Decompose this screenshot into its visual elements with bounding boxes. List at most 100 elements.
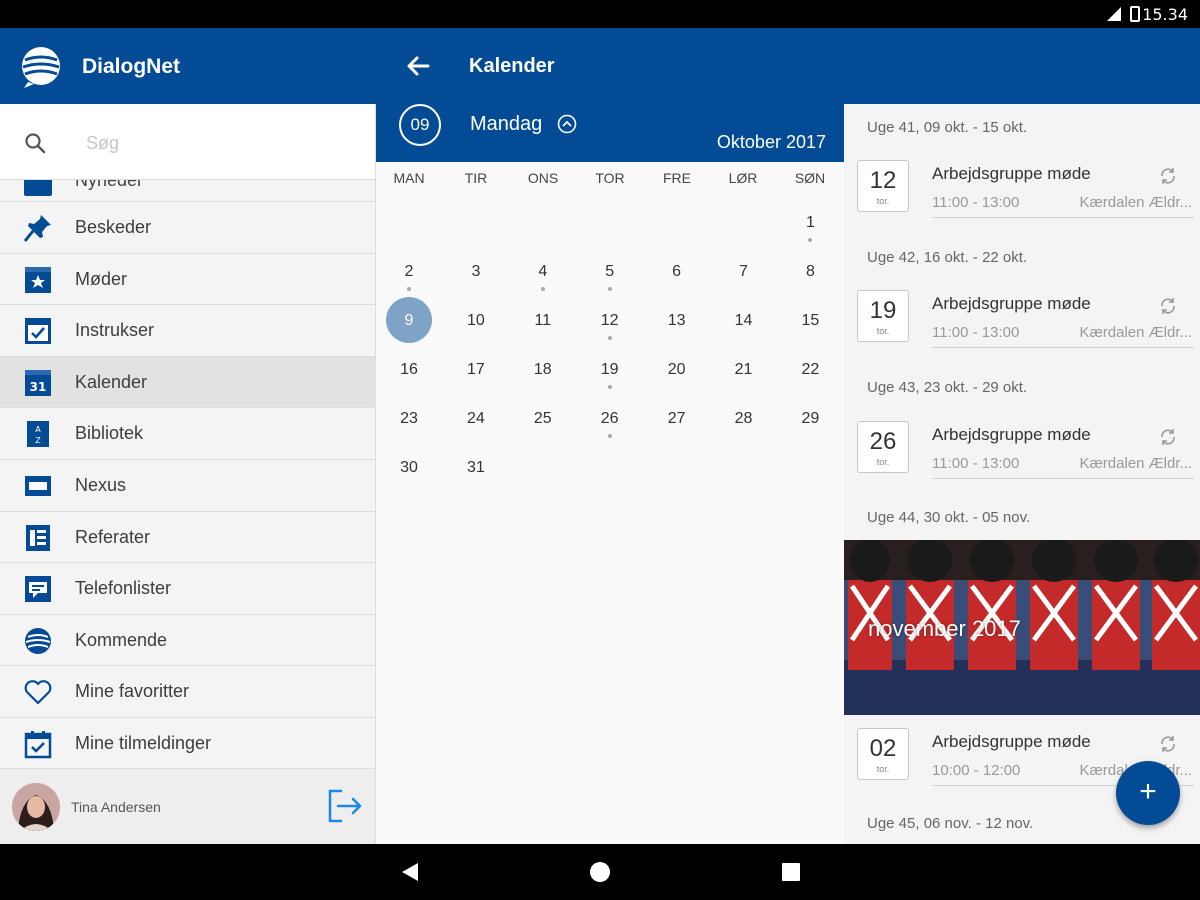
- weekday-header: MAN TIR ONS TOR FRE LØR SØN: [376, 162, 844, 194]
- sidebar-item-label: Møder: [75, 268, 128, 289]
- sidebar-item-moder[interactable]: Møder: [0, 253, 375, 306]
- sidebar-item-mine-favoritter[interactable]: Mine favoritter: [0, 666, 375, 718]
- calendar-day-30[interactable]: 30: [376, 445, 442, 494]
- calendar-day-24[interactable]: 24: [443, 396, 509, 445]
- divider: [932, 478, 1194, 479]
- calendar-day-27[interactable]: 27: [644, 396, 710, 445]
- calendar-day-number: 3: [471, 263, 481, 280]
- calendar-day-number: 6: [672, 263, 682, 280]
- search-icon[interactable]: [24, 132, 46, 154]
- add-event-button[interactable]: +: [1116, 761, 1180, 825]
- calendar-day-number: 9: [404, 312, 414, 329]
- calendar-day-number: 26: [600, 410, 619, 427]
- user-profile-row: Tina Andersen: [0, 768, 375, 844]
- event-day: 19: [869, 297, 897, 324]
- calendar-day-number: 23: [400, 410, 418, 427]
- week-header: Uge 45, 06 nov. - 12 nov.: [867, 815, 1034, 832]
- calendar-day-4[interactable]: 4: [510, 249, 576, 298]
- month-banner: november 2017: [844, 540, 1200, 715]
- calendar-day-number: 28: [734, 410, 753, 427]
- calendar-day-17[interactable]: 17: [443, 347, 509, 396]
- svg-text:A: A: [35, 425, 41, 434]
- sidebar-item-partial[interactable]: Nyheder: [0, 180, 375, 202]
- event-title: Arbejdsgruppe møde: [932, 294, 1091, 313]
- selected-day-name[interactable]: Mandag: [470, 113, 542, 136]
- sidebar-item-nexus[interactable]: Nexus: [0, 459, 375, 512]
- sidebar-item-telefonlister[interactable]: Telefonlister: [0, 563, 375, 615]
- meeting-icon: [25, 266, 51, 293]
- calendar-day-18[interactable]: 18: [510, 347, 576, 396]
- plus-icon: +: [1139, 775, 1157, 808]
- search-input[interactable]: [86, 128, 346, 158]
- weekday-label: FRE: [663, 170, 691, 186]
- calendar-day-number: 31: [466, 459, 485, 476]
- calendar-day-number: 29: [801, 410, 820, 427]
- calendar-day-16[interactable]: 16: [376, 347, 442, 396]
- event-item[interactable]: 12 tor. Arbejdsgruppe møde 11:00 - 13:00…: [844, 160, 1200, 222]
- pin-icon: [23, 215, 51, 242]
- calendar-day-29[interactable]: 29: [777, 396, 843, 445]
- calendar-day-number: 25: [533, 410, 552, 427]
- chevron-up-icon[interactable]: [557, 114, 577, 134]
- calendar-day-number: 22: [801, 361, 820, 378]
- calendar-day-2[interactable]: 2: [376, 249, 442, 298]
- calendar-day-19[interactable]: 19: [577, 347, 643, 396]
- sidebar-item-bibliotek[interactable]: A Z Bibliotek: [0, 408, 375, 460]
- calendar-day-number: 27: [667, 410, 686, 427]
- calendar-day-31[interactable]: 31: [443, 445, 509, 494]
- back-arrow-icon[interactable]: [402, 52, 434, 80]
- sync-icon: [1161, 736, 1175, 752]
- calendar-day-8[interactable]: 8: [777, 249, 843, 298]
- calendar-day-9[interactable]: 9: [376, 297, 442, 347]
- calendar-day-number: 13: [667, 312, 686, 329]
- calendar-day-5[interactable]: 5: [577, 249, 643, 298]
- calendar-day-number: 30: [400, 459, 418, 476]
- nav-back-icon[interactable]: [398, 860, 422, 884]
- calendar-day-11[interactable]: 11: [510, 298, 576, 347]
- nav-recents-icon[interactable]: [779, 860, 803, 884]
- sidebar-item-label: Kalender: [75, 371, 148, 392]
- calendar-day-28[interactable]: 28: [711, 396, 777, 445]
- calendar-day-23[interactable]: 23: [376, 396, 442, 445]
- event-date-box: 19 tor.: [857, 290, 909, 342]
- nav-home-icon[interactable]: [588, 860, 612, 884]
- sync-icon: [1161, 429, 1175, 445]
- calendar-day-number: 18: [533, 361, 552, 378]
- calendar-day-10[interactable]: 10: [443, 298, 509, 347]
- calendar-day-13[interactable]: 13: [644, 298, 710, 347]
- sync-icon: [1161, 298, 1175, 314]
- calendar-day-1[interactable]: 1: [777, 200, 843, 249]
- event-indicator-dot: [808, 238, 813, 242]
- event-indicator-dot: [407, 287, 411, 291]
- calendar-day-26[interactable]: 26: [577, 396, 643, 445]
- calendar-day-14[interactable]: 14: [711, 298, 777, 347]
- event-weekday: tor.: [876, 457, 890, 467]
- nexus-icon: [25, 475, 51, 496]
- calendar-day-21[interactable]: 21: [711, 347, 777, 396]
- sidebar-item-beskeder[interactable]: Beskeder: [0, 202, 375, 254]
- sidebar-item-kalender[interactable]: 31 Kalender: [0, 356, 375, 409]
- sidebar-item-kommende[interactable]: Kommende: [0, 614, 375, 667]
- calendar-day-12[interactable]: 12: [577, 298, 643, 347]
- event-item[interactable]: 19 tor. Arbejdsgruppe møde 11:00 - 13:00…: [844, 290, 1200, 352]
- calendar-icon: 31: [25, 369, 51, 396]
- calendar-day-15[interactable]: 15: [777, 298, 843, 347]
- calendar-day-number: 12: [600, 312, 619, 329]
- calendar-day-7[interactable]: 7: [711, 249, 777, 298]
- calendar-day-3[interactable]: 3: [443, 249, 509, 298]
- calendar-day-6[interactable]: 6: [644, 249, 710, 298]
- sidebar-item-referater[interactable]: Referater: [0, 511, 375, 564]
- event-weekday: tor.: [876, 326, 890, 336]
- calendar-day-22[interactable]: 22: [777, 347, 843, 396]
- sidebar-item-mine-tilmeldinger[interactable]: Mine tilmeldinger: [0, 717, 375, 770]
- calendar-day-number: 1: [805, 214, 815, 231]
- calendar-day-25[interactable]: 25: [510, 396, 576, 445]
- avatar-photo-icon: [12, 783, 60, 831]
- calendar-day-20[interactable]: 20: [644, 347, 710, 396]
- news-icon: [24, 180, 52, 196]
- event-date-box: 02 tor.: [857, 728, 909, 780]
- sidebar-item-instrukser[interactable]: Instrukser: [0, 305, 375, 357]
- logout-icon[interactable]: [326, 787, 364, 825]
- avatar[interactable]: [12, 783, 60, 831]
- event-item[interactable]: 26 tor. Arbejdsgruppe møde 11:00 - 13:00…: [844, 421, 1200, 483]
